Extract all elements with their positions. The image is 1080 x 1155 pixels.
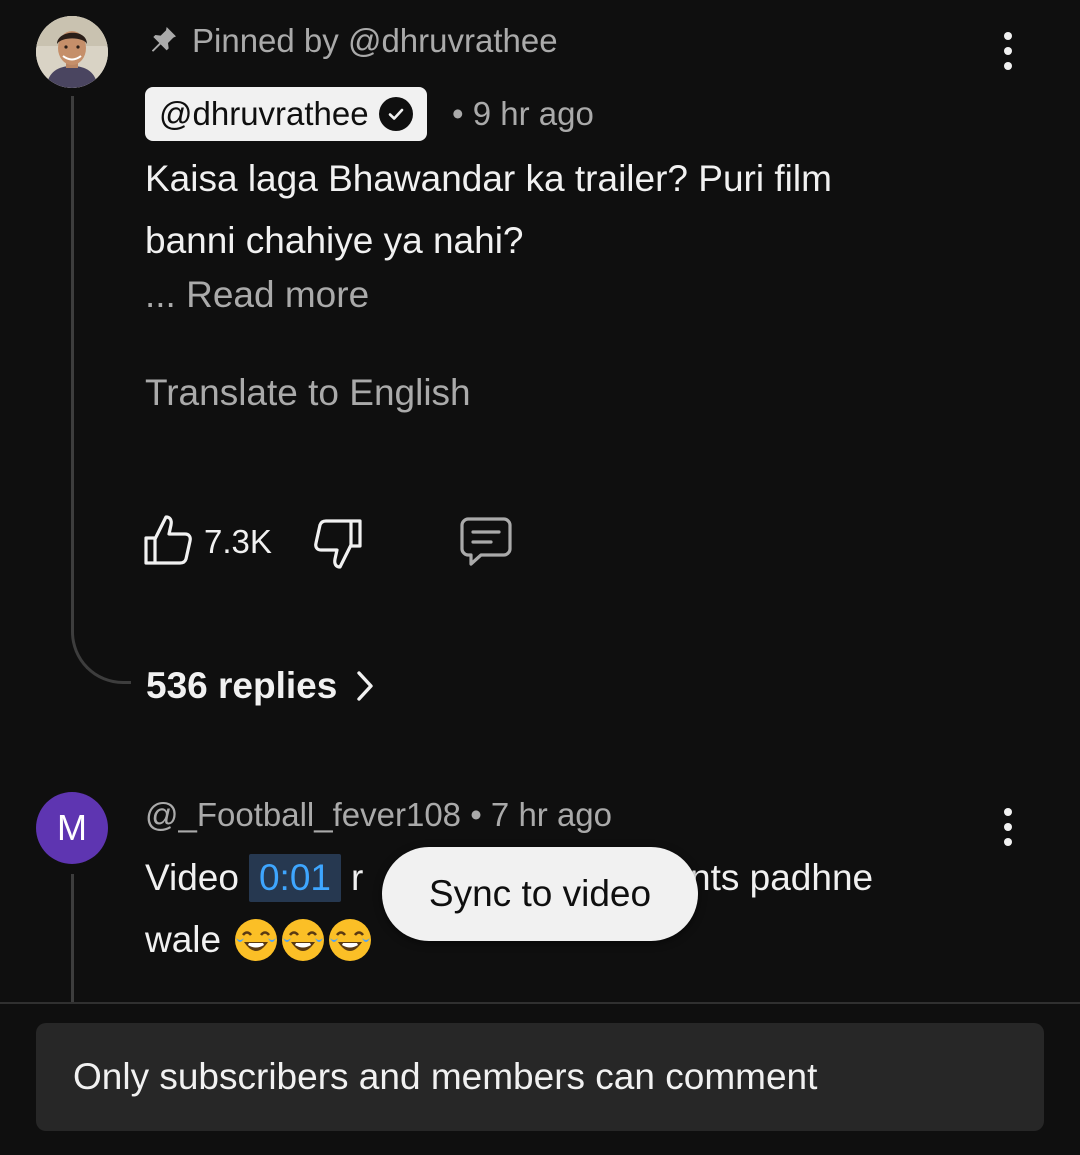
comment-time: • 9 hr ago (452, 95, 594, 132)
reply-icon[interactable] (459, 516, 513, 573)
tears-of-joy-emoji-icon (235, 919, 278, 961)
divider (0, 1002, 1080, 1004)
comment-author-meta: @_Football_fever108 • 7 hr ago (145, 796, 612, 834)
like-icon[interactable] (143, 512, 193, 573)
pinned-by-label: Pinned by @dhruvrathee (192, 22, 558, 59)
comment-time: • 7 hr ago (461, 796, 613, 833)
replies-label: 536 replies (146, 665, 338, 706)
comment-text-line-1: Kaisa laga Bhawandar ka trailer? Puri fi… (145, 158, 832, 199)
dislike-icon[interactable] (313, 516, 363, 577)
sync-to-video-tooltip[interactable]: Sync to video (382, 847, 698, 941)
author-name[interactable]: @_Football_fever108 (145, 796, 461, 833)
tears-of-joy-emoji-icon (329, 919, 372, 961)
avatar[interactable] (36, 16, 108, 88)
author-name: @dhruvrathee (159, 95, 369, 132)
comment-text-prefix: Video (145, 857, 239, 898)
chevron-right-icon (355, 669, 375, 703)
more-options-icon[interactable] (993, 26, 1023, 76)
comment-text-line-1: Video 0:01 r (145, 850, 363, 906)
tears-of-joy-emoji-icon (282, 919, 325, 961)
verified-check-icon (378, 97, 413, 131)
comment-text-suffix: nts padhne (690, 857, 874, 898)
timestamp-link[interactable]: 0:01 (248, 854, 341, 902)
thread-line-curve (71, 600, 131, 684)
pinned-label-row: Pinned by @dhruvrathee (148, 18, 558, 64)
pin-icon (148, 22, 180, 61)
replies-button[interactable]: 536 replies (146, 660, 375, 712)
avatar[interactable]: M (36, 792, 108, 864)
comment-text-partial: r (350, 857, 364, 898)
tooltip-label: Sync to video (428, 873, 652, 914)
thread-line-2 (71, 874, 74, 1004)
restriction-message: Only subscribers and members can comment (73, 1056, 818, 1097)
more-options-icon[interactable] (993, 802, 1023, 852)
read-more-link[interactable]: ... Read more (145, 274, 369, 316)
comment-restriction-banner: Only subscribers and members can comment (36, 1023, 1044, 1131)
avatar-letter: M (57, 807, 87, 848)
comment-text-word: wale (145, 919, 222, 960)
translate-button[interactable]: Translate to English (145, 372, 471, 414)
comment-text-line-2: banni chahiye ya nahi? (145, 220, 524, 261)
comments-panel: Pinned by @dhruvrathee @dhruvrathee • 9 … (0, 0, 1080, 1155)
author-chip[interactable]: @dhruvrathee (145, 87, 427, 141)
thread-line (71, 96, 74, 606)
like-count: 7.3K (204, 523, 272, 560)
comment-text-line-2: wale (145, 912, 374, 968)
